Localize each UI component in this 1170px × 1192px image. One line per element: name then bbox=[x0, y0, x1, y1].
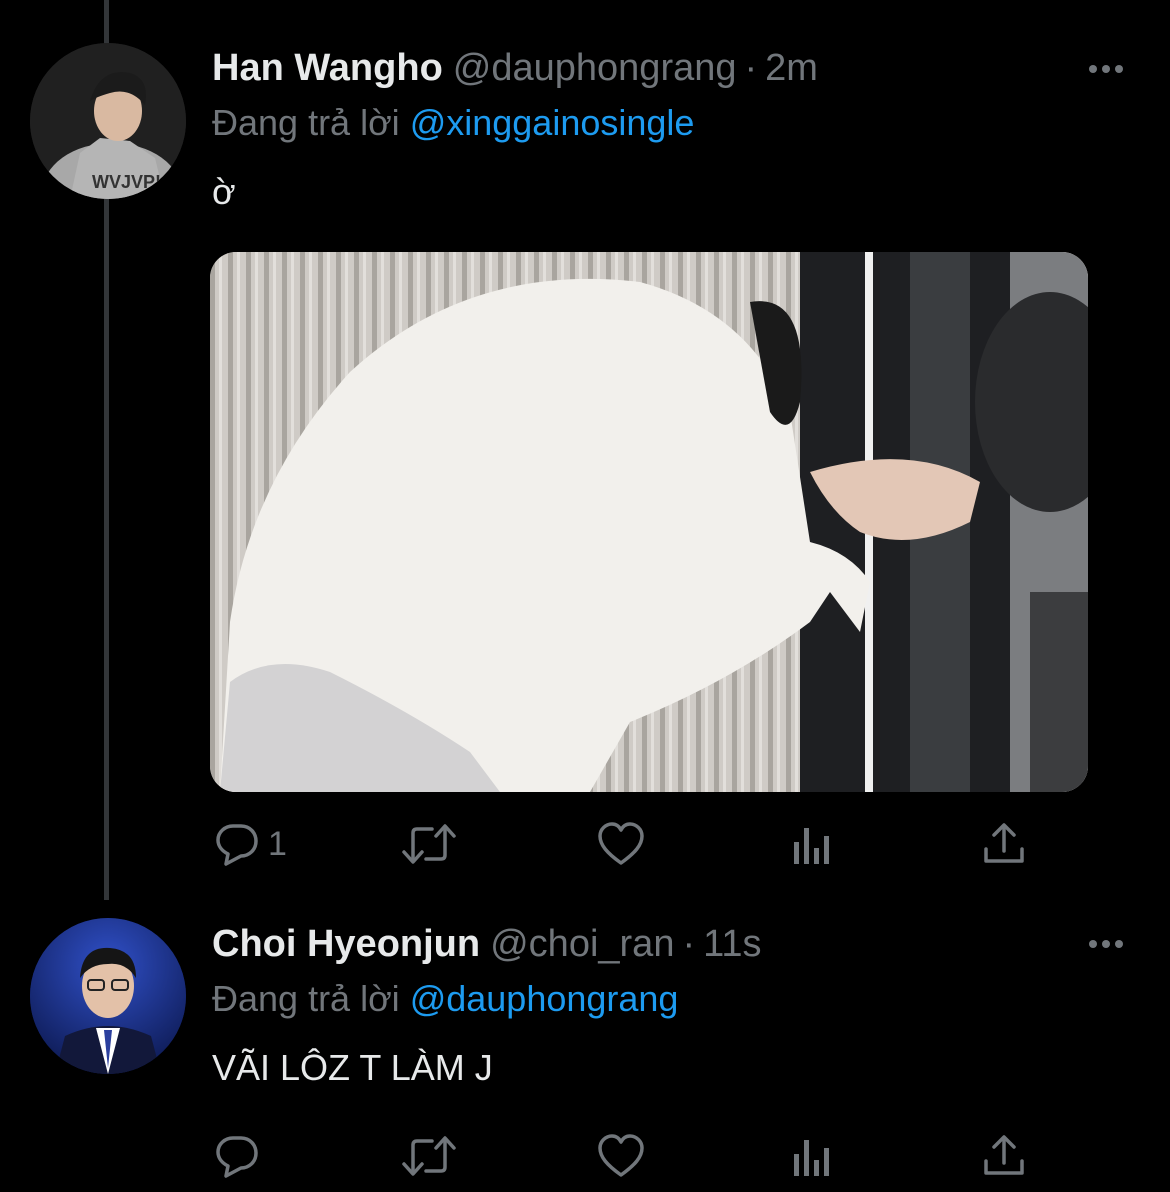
tweet-text: VÃI LÔZ T LÀM J bbox=[212, 1047, 493, 1088]
avatar[interactable] bbox=[30, 918, 186, 1074]
retweet-button[interactable] bbox=[400, 820, 458, 868]
analytics-button[interactable] bbox=[792, 822, 834, 870]
replying-to-line: Đang trả lời @xinggainosingle bbox=[212, 101, 694, 145]
analytics-icon bbox=[794, 828, 829, 864]
share-button[interactable] bbox=[982, 1132, 1026, 1180]
analytics-button[interactable] bbox=[792, 1134, 834, 1182]
reply-count: 1 bbox=[268, 824, 287, 863]
svg-text:WVJVP!: WVJVP! bbox=[92, 172, 161, 192]
avatar[interactable]: WVJVP! bbox=[30, 43, 186, 199]
tweet-media-image[interactable] bbox=[210, 252, 1088, 792]
retweet-icon bbox=[402, 1136, 456, 1176]
avatar-photo bbox=[30, 918, 186, 1074]
reply-icon bbox=[216, 1136, 258, 1178]
mention-link[interactable]: @xinggainosingle bbox=[410, 102, 695, 143]
replying-label: Đang trả lời bbox=[212, 978, 400, 1019]
user-handle[interactable]: @choi_ran bbox=[490, 923, 674, 965]
share-button[interactable] bbox=[982, 820, 1026, 868]
tweet-text: ờ bbox=[212, 171, 236, 212]
share-icon bbox=[984, 1135, 1024, 1175]
tweet-han-wangho[interactable]: WVJVP! Han Wangho @dauphongrang · 2m Đang t… bbox=[0, 0, 1170, 900]
retweet-icon bbox=[402, 824, 456, 864]
replying-to-line: Đang trả lời @dauphongrang bbox=[212, 977, 678, 1021]
mention-link[interactable]: @dauphongrang bbox=[410, 978, 679, 1019]
tweet-choi-hyeonjun[interactable]: Choi Hyeonjun @choi_ran · 11s Đang trả lời @… bbox=[0, 900, 1170, 1192]
reply-button[interactable]: 1 bbox=[214, 820, 287, 868]
avatar-photo: WVJVP! bbox=[30, 43, 186, 199]
more-options-icon[interactable] bbox=[1086, 934, 1126, 954]
tweet-header: Choi Hyeonjun @choi_ran · 11s bbox=[212, 921, 762, 967]
display-name[interactable]: Han Wangho bbox=[212, 47, 443, 89]
display-name[interactable]: Choi Hyeonjun bbox=[212, 923, 480, 965]
heart-icon bbox=[598, 1134, 644, 1177]
like-button[interactable] bbox=[597, 1132, 645, 1180]
heart-icon bbox=[598, 822, 644, 865]
media-photo bbox=[210, 252, 1088, 792]
reply-icon bbox=[216, 824, 258, 866]
timestamp[interactable]: 11s bbox=[703, 923, 761, 965]
separator-dot: · bbox=[744, 47, 758, 89]
more-options-icon[interactable] bbox=[1086, 59, 1126, 79]
analytics-icon bbox=[794, 1140, 829, 1176]
reply-button[interactable] bbox=[214, 1132, 260, 1180]
separator-dot: · bbox=[682, 923, 696, 965]
timestamp[interactable]: 2m bbox=[765, 47, 818, 89]
share-icon bbox=[984, 823, 1024, 863]
user-handle[interactable]: @dauphongrang bbox=[453, 47, 737, 89]
tweet-header: Han Wangho @dauphongrang · 2m bbox=[212, 45, 818, 91]
like-button[interactable] bbox=[597, 820, 645, 868]
retweet-button[interactable] bbox=[400, 1132, 458, 1180]
replying-label: Đang trả lời bbox=[212, 102, 400, 143]
